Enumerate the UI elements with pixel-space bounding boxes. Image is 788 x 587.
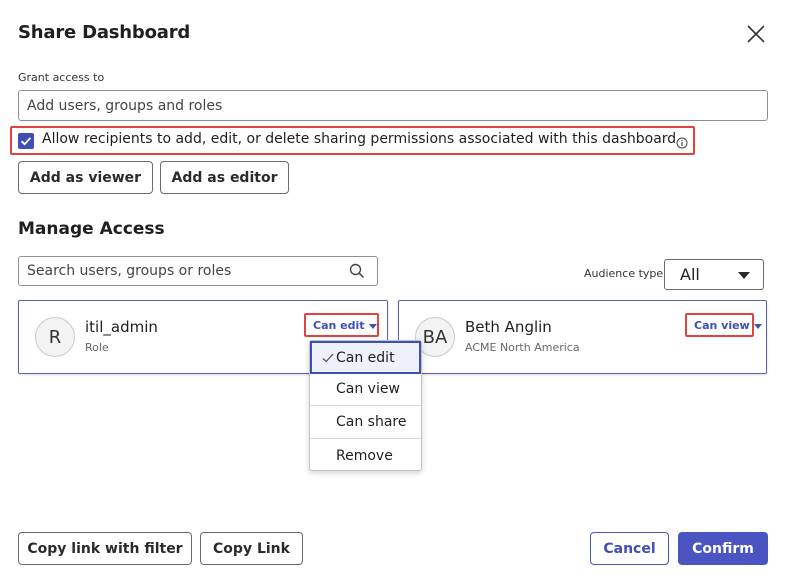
menu-item-can-share[interactable]: Can share: [310, 406, 421, 439]
card-subtitle: ACME North America: [465, 341, 580, 354]
permission-dropdown-label: Can edit: [313, 318, 365, 332]
menu-item-can-edit[interactable]: Can edit: [310, 341, 421, 374]
permission-dropdown[interactable]: Can edit: [304, 313, 379, 337]
copy-link-button[interactable]: Copy Link: [200, 532, 303, 565]
grant-access-input[interactable]: [18, 90, 768, 121]
audience-type-label: Audience type: [584, 267, 664, 280]
menu-item-remove[interactable]: Remove: [310, 439, 421, 472]
menu-item-label: Can view: [336, 381, 400, 397]
caret-down-icon: [368, 323, 377, 329]
copy-link-with-filter-button[interactable]: Copy link with filter: [18, 532, 192, 565]
audience-type-value: All: [680, 265, 700, 284]
card-name: Beth Anglin: [465, 318, 552, 336]
allow-permissions-label: Allow recipients to add, edit, or delete…: [42, 131, 677, 147]
permission-dropdown-label: Can view: [694, 318, 750, 332]
permission-dropdown[interactable]: Can view: [685, 313, 762, 337]
search-input[interactable]: [19, 257, 344, 285]
menu-item-label: Can share: [336, 414, 407, 430]
menu-item-label: Can edit: [336, 349, 395, 366]
search-field: [18, 256, 378, 286]
add-as-viewer-button[interactable]: Add as viewer: [18, 161, 153, 194]
caret-down-icon: [738, 272, 750, 279]
grant-access-label: Grant access to: [18, 71, 105, 84]
search-icon[interactable]: [349, 263, 365, 279]
allow-permissions-checkbox[interactable]: [18, 133, 34, 149]
checkmark-icon: [20, 137, 32, 146]
menu-item-can-view[interactable]: Can view: [310, 373, 421, 406]
confirm-button[interactable]: Confirm: [678, 532, 768, 565]
permission-menu: Can edit Can view Can share Remove: [309, 340, 422, 471]
check-icon: [322, 353, 334, 363]
manage-access-title: Manage Access: [18, 219, 165, 239]
close-icon: [747, 25, 765, 43]
card-subtitle: Role: [85, 341, 109, 354]
audience-type-select[interactable]: All: [664, 259, 764, 290]
info-icon[interactable]: [676, 134, 688, 149]
add-as-editor-button[interactable]: Add as editor: [160, 161, 289, 194]
avatar: R: [35, 317, 75, 357]
cancel-button[interactable]: Cancel: [590, 532, 669, 565]
menu-item-label: Remove: [336, 447, 393, 464]
dialog-title: Share Dashboard: [18, 22, 191, 43]
card-name: itil_admin: [85, 318, 158, 336]
caret-down-icon: [753, 323, 762, 329]
close-button[interactable]: [744, 22, 768, 46]
access-card: BA Beth Anglin ACME North America Can vi…: [398, 300, 767, 374]
